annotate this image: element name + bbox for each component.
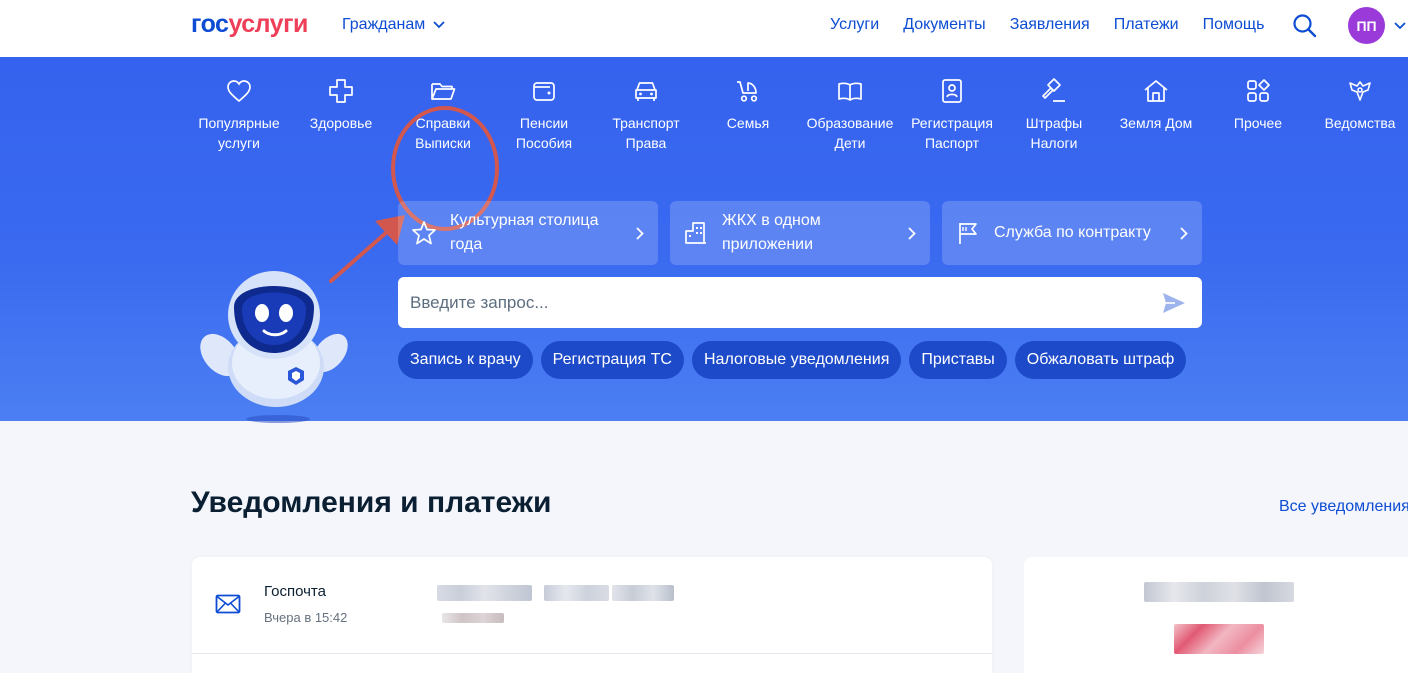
payments-side-card (1024, 557, 1408, 673)
category-label: Образование Дети (806, 115, 894, 151)
heart-icon (227, 80, 251, 103)
user-avatar[interactable]: ПП (1348, 7, 1385, 44)
envelope-icon (215, 594, 241, 614)
audience-selector[interactable]: Гражданам (342, 16, 445, 34)
promo-housing-app[interactable]: ЖКХ в одном приложении (670, 201, 930, 265)
category-label: Пенсии Пособия (515, 115, 573, 151)
flag-icon (959, 223, 977, 244)
service-search-box (398, 277, 1202, 328)
quick-links: Запись к врачу Регистрация ТС Налоговые … (398, 341, 1187, 379)
category-family[interactable]: Семья (698, 77, 798, 133)
category-label: Семья (726, 115, 770, 131)
book-icon (838, 82, 862, 101)
notification-time: Вчера в 15:42 (264, 610, 348, 625)
chip-vehicle-registration[interactable]: Регистрация ТС (540, 341, 684, 379)
category-label: Регистрация Паспорт (911, 115, 993, 151)
emblem-icon (1349, 81, 1371, 101)
logo-part-uslugi: услуги (228, 10, 308, 38)
chevron-right-icon (908, 226, 916, 240)
chevron-down-icon (433, 21, 445, 29)
service-search-input[interactable] (398, 277, 1154, 328)
search-icon (1293, 14, 1317, 38)
notifications-card: Госпочта Вчера в 15:42 (192, 557, 992, 673)
promo-label: Служба по контракту (994, 224, 1151, 241)
nav-link-payments[interactable]: Платежи (1114, 16, 1179, 34)
passport-icon (942, 79, 962, 103)
robot-assistant-mascot[interactable] (190, 267, 360, 427)
top-header: госуслуги Гражданам Услуги Документы Зая… (0, 0, 1408, 57)
building-icon (685, 222, 706, 244)
house-icon (1144, 80, 1168, 102)
search-send-button[interactable] (1154, 283, 1194, 323)
medical-cross-icon (329, 79, 353, 103)
star-icon (412, 221, 436, 245)
category-label: Популярные услуги (198, 115, 280, 151)
send-arrow-icon (1163, 292, 1185, 313)
promo-culture-capital[interactable]: Культурная столица года (398, 201, 658, 265)
gosuslugi-logo[interactable]: госуслуги (191, 10, 308, 39)
category-label: Ведомства (1324, 115, 1396, 131)
promo-contract-service[interactable]: Служба по контракту (942, 201, 1202, 265)
category-fines[interactable]: Штрафы Налоги (1004, 77, 1104, 153)
logo-part-gos: гос (191, 10, 229, 38)
category-pensions[interactable]: Пенсии Пособия (494, 77, 594, 153)
category-agencies[interactable]: Ведомства (1310, 77, 1408, 133)
nav-link-help[interactable]: Помощь (1203, 16, 1265, 34)
category-label: Штрафы Налоги (1025, 115, 1083, 151)
chip-appeal-fine[interactable]: Обжаловать штраф (1014, 341, 1187, 379)
category-land-house[interactable]: Земля Дом (1106, 77, 1206, 133)
chip-doctor-appointment[interactable]: Запись к врачу (398, 341, 533, 379)
folder-icon (431, 83, 456, 100)
category-label: Прочее (1233, 115, 1283, 131)
nav-link-applications[interactable]: Заявления (1010, 16, 1090, 34)
chip-tax-notices[interactable]: Налоговые уведомления (691, 341, 902, 379)
promo-label: ЖКХ в одном приложении (722, 212, 821, 253)
car-icon (635, 82, 657, 101)
notification-item[interactable]: Госпочта Вчера в 15:42 (192, 557, 992, 653)
category-transport[interactable]: Транспорт Права (596, 77, 696, 153)
category-health[interactable]: Здоровье (291, 77, 391, 133)
chip-bailiffs[interactable]: Приставы (909, 341, 1007, 379)
category-label: Транспорт Права (612, 115, 680, 151)
nav-link-services[interactable]: Услуги (830, 16, 879, 34)
category-popular[interactable]: Популярные услуги (189, 77, 289, 153)
header-search-button[interactable] (1292, 13, 1318, 39)
gavel-icon (1042, 78, 1065, 102)
nav-link-documents[interactable]: Документы (903, 16, 985, 34)
category-label: Здоровье (309, 115, 373, 131)
all-notifications-link[interactable]: Все уведомления (1279, 498, 1408, 516)
stroller-icon (737, 81, 758, 102)
chevron-down-icon[interactable] (1394, 22, 1406, 30)
category-education[interactable]: Образование Дети (800, 77, 900, 153)
notification-divider (192, 653, 992, 654)
promo-label: Культурная столица года (450, 212, 599, 253)
section-title-notifications: Уведомления и платежи (191, 486, 552, 519)
audience-label: Гражданам (342, 16, 426, 33)
wallet-icon (533, 82, 555, 101)
avatar-initials: ПП (1356, 17, 1377, 34)
notification-sender: Госпочта (264, 583, 326, 600)
category-registration[interactable]: Регистрация Паспорт (902, 77, 1002, 153)
grid-icon (1247, 79, 1270, 102)
top-navigation: Услуги Документы Заявления Платежи Помощ… (830, 16, 1264, 34)
category-other[interactable]: Прочее (1208, 77, 1308, 133)
hero-banner: Популярные услуги Здоровье Справки Выпис… (0, 57, 1408, 423)
chevron-right-icon (1180, 226, 1188, 240)
chevron-right-icon (636, 226, 644, 240)
category-label: Земля Дом (1119, 115, 1193, 131)
